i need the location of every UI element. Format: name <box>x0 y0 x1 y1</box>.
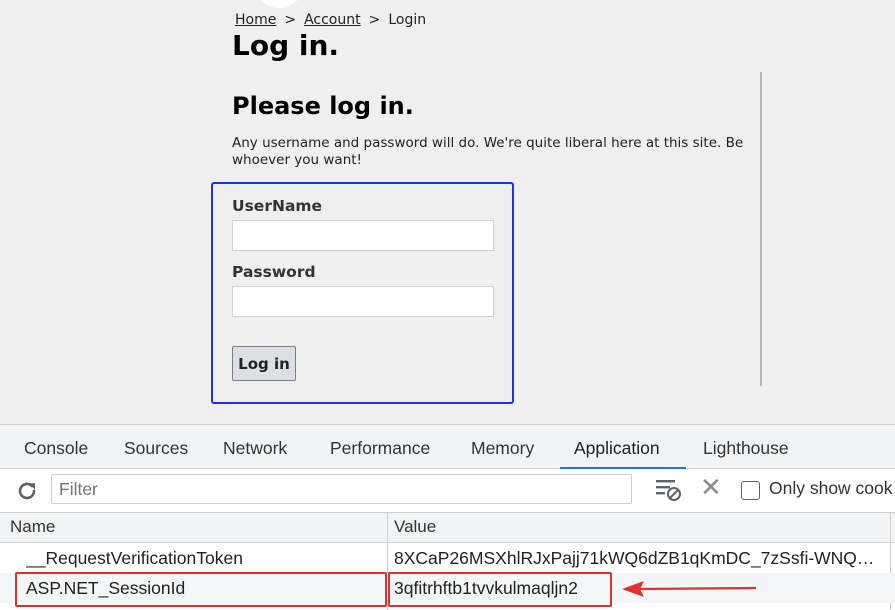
password-input[interactable] <box>232 286 494 317</box>
annotation-arrow-icon <box>622 581 757 597</box>
column-header-value[interactable]: Value <box>394 513 436 543</box>
site-logo[interactable] <box>253 0 305 8</box>
devtools-tabbar: Console Sources Network Performance Memo… <box>0 425 895 469</box>
breadcrumb-separator: > <box>284 12 297 28</box>
web-page: Home > Account > Login Log in. Please log in… <box>0 0 895 424</box>
username-input[interactable] <box>232 220 494 251</box>
tab-memory[interactable]: Memory <box>471 425 534 469</box>
column-header-name[interactable]: Name <box>10 513 55 543</box>
cookie-name: __RequestVerificationToken <box>26 548 243 568</box>
devtools-toolbar: ✕ Only show cook <box>0 469 895 513</box>
only-show-label: Only show cook <box>769 478 893 498</box>
session-value-highlight <box>388 572 612 607</box>
tab-lighthouse[interactable]: Lighthouse <box>703 425 789 469</box>
only-show-issues-checkbox[interactable] <box>741 481 760 500</box>
intro-text: Any username and password will do. We're… <box>232 135 744 168</box>
tab-sources[interactable]: Sources <box>124 425 188 469</box>
password-label: Password <box>232 263 316 281</box>
filter-clear-icon[interactable] <box>654 477 682 503</box>
refresh-icon[interactable] <box>14 478 40 504</box>
vertical-divider <box>760 72 762 386</box>
cookie-value: 8XCaP26MSXhlRJxPajj71kWQ6dZB1qKmDC_7zSsf… <box>394 548 875 568</box>
close-icon[interactable]: ✕ <box>700 473 722 503</box>
breadcrumb-current: Login <box>388 12 427 28</box>
breadcrumb-home-link[interactable]: Home <box>235 12 276 28</box>
tab-console[interactable]: Console <box>24 425 88 469</box>
section-heading: Please log in. <box>232 92 414 120</box>
table-header: Name Value <box>0 513 895 543</box>
session-name-highlight <box>15 572 387 607</box>
login-button[interactable]: Log in <box>232 346 296 381</box>
tab-application[interactable]: Application <box>560 425 686 469</box>
tab-network[interactable]: Network <box>223 425 287 469</box>
page-title: Log in. <box>232 29 340 62</box>
tab-performance[interactable]: Performance <box>330 425 430 469</box>
username-label: UserName <box>232 197 323 215</box>
breadcrumb-account-link[interactable]: Account <box>304 12 361 28</box>
table-row[interactable]: __RequestVerificationToken 8XCaP26MSXhlR… <box>0 543 895 573</box>
filter-input[interactable] <box>51 474 632 504</box>
breadcrumb-separator: > <box>368 12 381 28</box>
screen: Home > Account > Login Log in. Please log in… <box>0 0 895 610</box>
breadcrumb: Home > Account > Login <box>235 12 426 28</box>
